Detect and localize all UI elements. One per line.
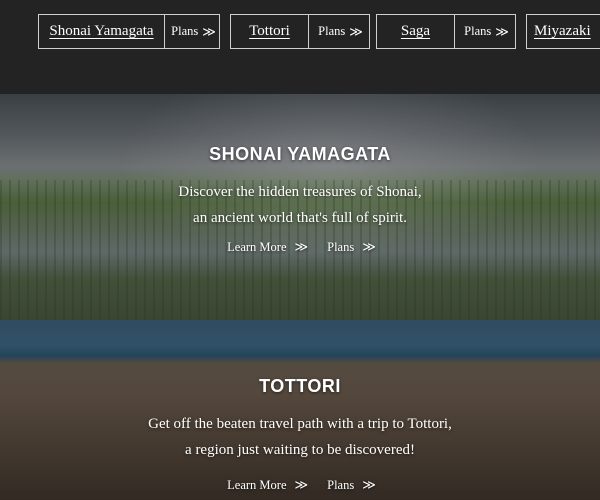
hero-links: Learn More ≫ Plans ≫: [0, 477, 600, 493]
hero-shonai-yamagata: SHONAI YAMAGATA Discover the hidden trea…: [0, 94, 600, 320]
destination-nav: Shonai Yamagata Plans ≫ Tottori Plans ≫ …: [0, 0, 600, 94]
hero-content: TOTTORI Get off the beaten travel path w…: [0, 376, 600, 493]
learn-more-link[interactable]: Learn More ≫: [227, 477, 309, 493]
learn-more-label: Learn More: [227, 477, 287, 492]
nav-plans-tottori[interactable]: Plans ≫: [309, 15, 369, 48]
nav-plans-label: Plans: [464, 24, 492, 38]
plans-link[interactable]: Plans ≫: [327, 477, 376, 493]
plans-label: Plans: [327, 239, 355, 254]
hero-links: Learn More ≫ Plans ≫: [0, 239, 600, 255]
nav-group-miyazaki: Miyazaki: [526, 14, 600, 49]
hero-description-line: Discover the hidden treasures of Shonai,: [178, 184, 422, 200]
nav-group-tottori: Tottori Plans ≫: [230, 14, 370, 49]
hero-title: SHONAI YAMAGATA: [209, 144, 391, 164]
nav-link-miyazaki[interactable]: Miyazaki: [527, 15, 599, 48]
hero-description-line: Get off the beaten travel path with a tr…: [148, 416, 452, 432]
nav-group-saga: Saga Plans ≫: [376, 14, 516, 49]
hero-description: Get off the beaten travel path with a tr…: [0, 411, 600, 463]
double-chevron-right-icon: ≫: [349, 23, 363, 39]
nav-link-saga[interactable]: Saga: [377, 15, 455, 48]
nav-plans-label: Plans: [318, 24, 346, 38]
double-chevron-right-icon: ≫: [202, 23, 216, 39]
nav-plans-saga[interactable]: Plans ≫: [455, 15, 515, 48]
hero-description-line: a region just waiting to be discovered!: [185, 442, 415, 458]
plans-link[interactable]: Plans ≫: [327, 239, 376, 255]
nav-plans-shonai[interactable]: Plans ≫: [165, 15, 219, 48]
nav-link-shonai-yamagata[interactable]: Shonai Yamagata: [39, 15, 165, 48]
double-chevron-right-icon: ≫: [294, 477, 309, 492]
double-chevron-right-icon: ≫: [294, 239, 309, 254]
double-chevron-right-icon: ≫: [362, 239, 376, 254]
learn-more-label: Learn More: [227, 239, 287, 254]
double-chevron-right-icon: ≫: [495, 23, 509, 39]
double-chevron-right-icon: ≫: [362, 477, 376, 492]
hero-content: SHONAI YAMAGATA Discover the hidden trea…: [0, 144, 600, 255]
hero-title: TOTTORI: [259, 376, 341, 396]
hero-description-line: an ancient world that's full of spirit.: [193, 210, 407, 226]
nav-plans-label: Plans: [171, 24, 199, 38]
hero-tottori: TOTTORI Get off the beaten travel path w…: [0, 320, 600, 500]
plans-label: Plans: [327, 477, 355, 492]
hero-description: Discover the hidden treasures of Shonai,…: [0, 179, 600, 231]
learn-more-link[interactable]: Learn More ≫: [227, 239, 309, 255]
nav-link-tottori[interactable]: Tottori: [231, 15, 309, 48]
nav-group-shonai: Shonai Yamagata Plans ≫: [38, 14, 220, 49]
